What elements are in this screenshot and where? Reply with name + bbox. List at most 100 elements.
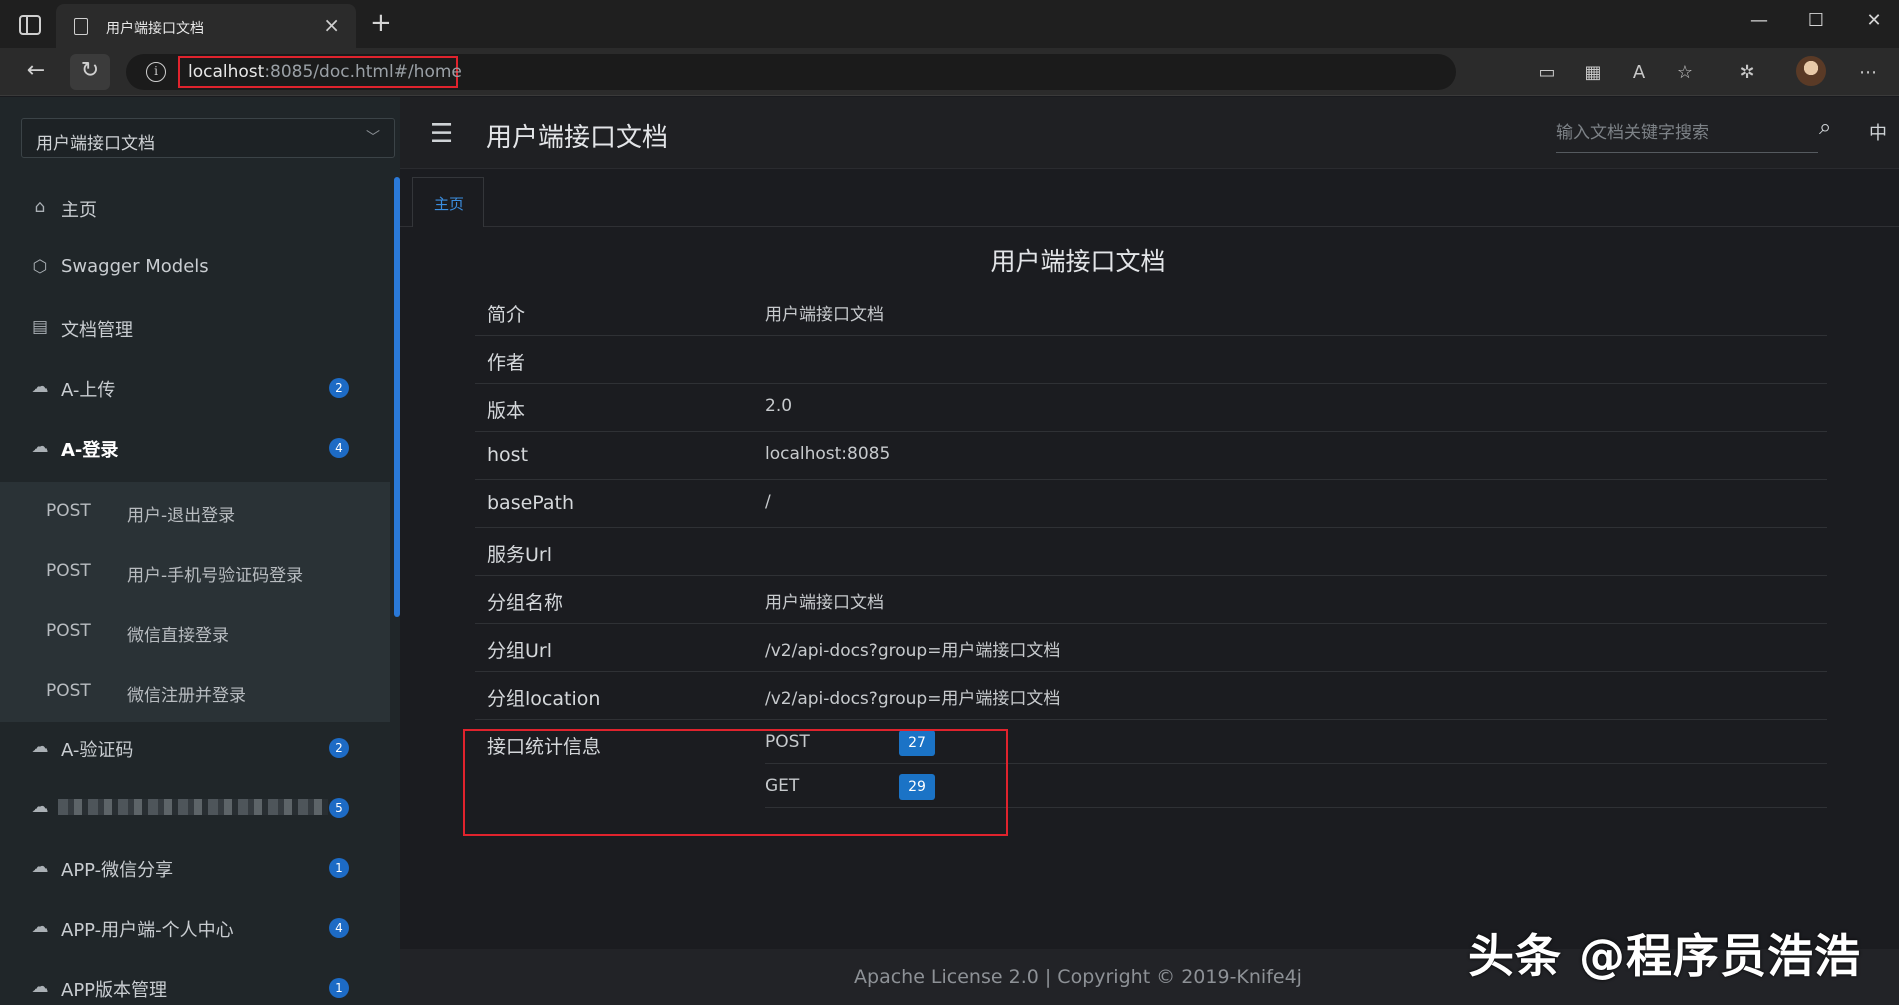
device-icon[interactable]: ▭ [1534, 62, 1560, 83]
page-tabs: 主页 [400, 169, 1899, 227]
info-value: /v2/api-docs?group=用户端接口文档 [765, 641, 1061, 661]
browser-tab-bar: 用户端接口文档 × + — ☐ ✕ [0, 0, 1899, 48]
info-key: basePath [487, 492, 575, 514]
sidebar-item-doc-management[interactable]: ▤ 文档管理 [0, 297, 390, 357]
maximize-icon[interactable]: ☐ [1801, 10, 1831, 31]
page-title: 用户端接口文档 [486, 123, 669, 153]
menu-toggle-icon[interactable]: ☰ [430, 119, 453, 149]
search-input[interactable] [1556, 113, 1818, 152]
info-key: 服务Url [487, 544, 552, 566]
count-badge: 2 [329, 738, 349, 758]
info-row: basePath / [475, 480, 1827, 528]
cloud-icon: ☁ [31, 857, 49, 877]
api-label: 微信直接登录 [127, 626, 229, 646]
cloud-icon: ☁ [31, 437, 49, 457]
sidebar-item-login[interactable]: ☁ A-登录 4 [0, 417, 390, 477]
close-tab-icon[interactable]: × [323, 13, 340, 37]
home-icon: ⌂ [34, 197, 46, 217]
sidebar-item-captcha[interactable]: ☁ A-验证码 2 [0, 717, 390, 777]
minimize-icon[interactable]: — [1744, 10, 1774, 31]
group-select[interactable]: 用户端接口文档 ﹀ [21, 118, 395, 158]
back-icon[interactable]: ← [20, 58, 52, 83]
tab-title: 用户端接口文档 [106, 21, 204, 37]
sidebar-item-redacted[interactable]: ☁ 5 [0, 777, 390, 837]
info-value: 用户端接口文档 [765, 305, 884, 325]
sidebar-item-user-center[interactable]: ☁ APP-用户端-个人中心 4 [0, 897, 390, 957]
sidebar: 用户端接口文档 ﹀ ⌂ 主页 ⬡ Swagger Models ▤ 文档管理 ☁… [0, 97, 400, 1005]
cloud-icon: ☁ [31, 377, 49, 397]
info-key: 分组location [487, 688, 601, 710]
count-badge: 1 [329, 858, 349, 878]
profile-avatar[interactable] [1796, 56, 1826, 86]
info-key: host [487, 444, 529, 466]
sidebar-item-label: 主页 [61, 200, 97, 221]
sidebar-item-home[interactable]: ⌂ 主页 [0, 177, 390, 237]
info-value: 2.0 [765, 396, 793, 416]
api-label: 用户-退出登录 [127, 506, 236, 526]
read-aloud-icon[interactable]: A [1626, 62, 1652, 83]
more-icon[interactable]: ⋯ [1855, 62, 1881, 83]
doc-title: 用户端接口文档 [990, 247, 1166, 276]
sidebar-item-app-version[interactable]: ☁ APP版本管理 1 [0, 957, 390, 1005]
info-row: 版本 2.0 [475, 384, 1827, 432]
sidebar-item-label: APP-微信分享 [61, 860, 174, 881]
api-label: 用户-手机号验证码登录 [127, 566, 304, 586]
login-submenu: POST 用户-退出登录 POST 用户-手机号验证码登录 POST 微信直接登… [0, 482, 390, 722]
url-text: localhost:8085/doc.html#/home [188, 62, 462, 82]
url-host: localhost [188, 62, 265, 82]
reload-button[interactable]: ↻ [70, 54, 110, 90]
redacted-label [58, 799, 328, 815]
stats-highlight-box [463, 729, 1008, 836]
address-bar: ← ↻ i localhost:8085/doc.html#/home ▭ ▦ … [0, 48, 1899, 96]
info-key: 版本 [487, 400, 526, 422]
api-item[interactable]: POST 用户-手机号验证码登录 [0, 542, 390, 602]
window-close-icon[interactable]: ✕ [1859, 10, 1889, 31]
info-row: 服务Url [475, 528, 1827, 576]
sidebar-item-label: APP-用户端-个人中心 [61, 920, 234, 941]
sidebar-item-upload[interactable]: ☁ A-上传 2 [0, 357, 390, 417]
info-row: host localhost:8085 [475, 432, 1827, 480]
info-key: 分组Url [487, 640, 552, 662]
search-icon[interactable]: ⌕ [1819, 115, 1831, 140]
cube-icon: ⬡ [32, 257, 48, 277]
new-tab-icon[interactable]: + [370, 8, 392, 38]
site-info-icon[interactable]: i [146, 62, 166, 82]
url-path: :8085/doc.html#/home [264, 62, 462, 82]
info-key: 作者 [487, 352, 526, 374]
sidebar-item-label: A-上传 [61, 380, 116, 401]
cloud-icon: ☁ [31, 977, 49, 997]
api-item[interactable]: POST 微信直接登录 [0, 602, 390, 662]
favorite-icon[interactable]: ☆ [1672, 62, 1698, 83]
tab-home[interactable]: 主页 [412, 177, 484, 227]
api-item[interactable]: POST 用户-退出登录 [0, 482, 390, 542]
tab-label: 主页 [434, 195, 465, 213]
search-field[interactable] [1556, 113, 1818, 153]
info-value: / [765, 492, 771, 512]
info-row: 简介 用户端接口文档 [475, 288, 1827, 336]
language-switch[interactable]: 中 [1869, 119, 1887, 145]
info-value: 用户端接口文档 [765, 593, 884, 613]
sidebar-item-label: APP版本管理 [61, 980, 168, 1001]
http-method: POST [46, 501, 91, 521]
sidebar-item-label: Swagger Models [61, 256, 209, 277]
http-method: POST [46, 561, 91, 581]
url-field[interactable]: i localhost:8085/doc.html#/home [126, 54, 1456, 90]
info-row: 分组名称 用户端接口文档 [475, 576, 1827, 624]
api-item[interactable]: POST 微信注册并登录 [0, 662, 390, 722]
cloud-icon: ☁ [31, 737, 49, 757]
sidebar-item-swagger-models[interactable]: ⬡ Swagger Models [0, 237, 390, 297]
api-label: 微信注册并登录 [127, 686, 246, 706]
http-method: POST [46, 621, 91, 641]
sidebar-item-wechat-share[interactable]: ☁ APP-微信分享 1 [0, 837, 390, 897]
info-value: /v2/api-docs?group=用户端接口文档 [765, 689, 1061, 709]
cloud-icon: ☁ [31, 797, 49, 817]
apps-icon[interactable]: ▦ [1580, 62, 1606, 83]
browser-tab[interactable]: 用户端接口文档 × [56, 4, 356, 48]
reload-icon: ↻ [80, 58, 100, 83]
count-badge: 4 [329, 918, 349, 938]
extensions-icon[interactable]: ✲ [1734, 62, 1760, 83]
sidebar-item-label: A-验证码 [61, 740, 134, 761]
info-value: localhost:8085 [765, 444, 891, 464]
tab-actions-icon[interactable] [18, 14, 42, 36]
top-bar: ☰ 用户端接口文档 ⌕ 中 [400, 97, 1899, 169]
